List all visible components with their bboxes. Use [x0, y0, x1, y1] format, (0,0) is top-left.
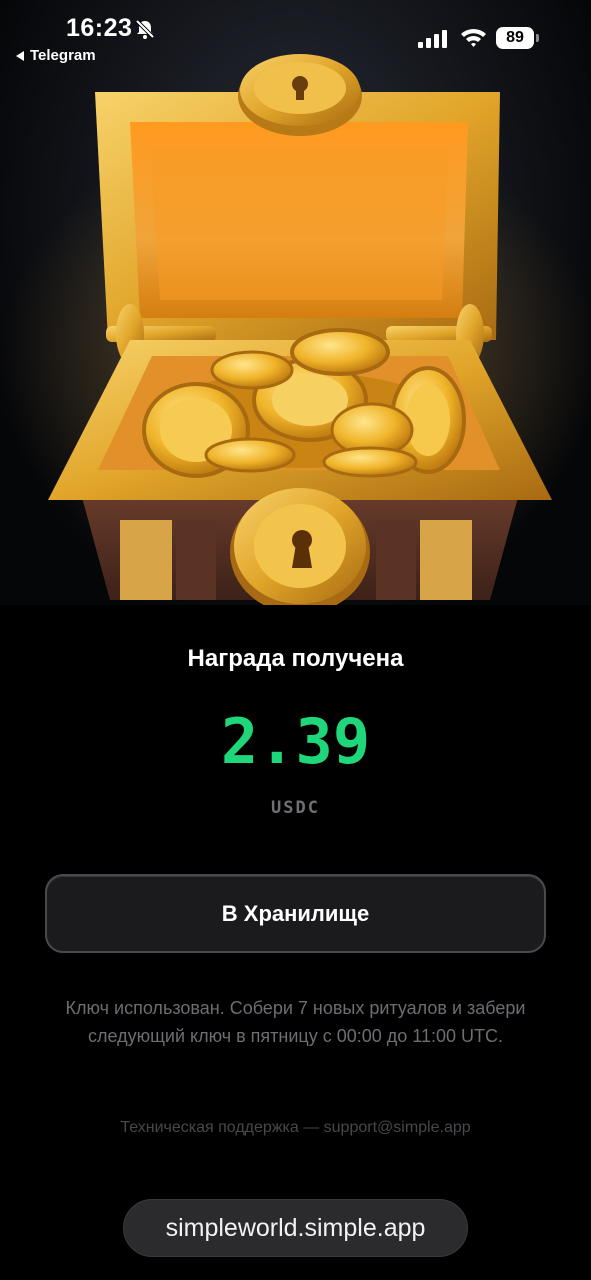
browser-url-bar[interactable]: simpleworld.simple.app	[123, 1199, 468, 1257]
reward-amount: 2.39	[220, 705, 371, 778]
battery-tip	[536, 34, 539, 42]
clock: 16:23	[66, 14, 133, 42]
signal-icon	[418, 30, 447, 48]
back-arrow-icon	[16, 50, 24, 61]
key-info-text: Ключ использован. Собери 7 новых ритуало…	[65, 998, 526, 1046]
go-to-vault-button[interactable]: В Хранилище	[45, 874, 546, 953]
battery-icon: 89	[496, 27, 534, 49]
url-text: simpleworld.simple.app	[165, 1213, 426, 1242]
reward-currency: USDC	[271, 798, 320, 818]
back-to-telegram-link[interactable]: Telegram	[16, 47, 96, 64]
vault-button-label: В Хранилище	[221, 900, 370, 926]
support-link[interactable]: Техническая поддержка — support@simple.a…	[0, 1119, 591, 1137]
bell-slash-icon	[135, 19, 155, 39]
reward-title: Награда получена	[187, 645, 404, 672]
status-bar: 16:23 Telegram 89	[0, 0, 591, 72]
treasure-chest-image	[0, 0, 591, 605]
back-app-label: Telegram	[30, 47, 96, 64]
wifi-icon	[461, 28, 486, 47]
